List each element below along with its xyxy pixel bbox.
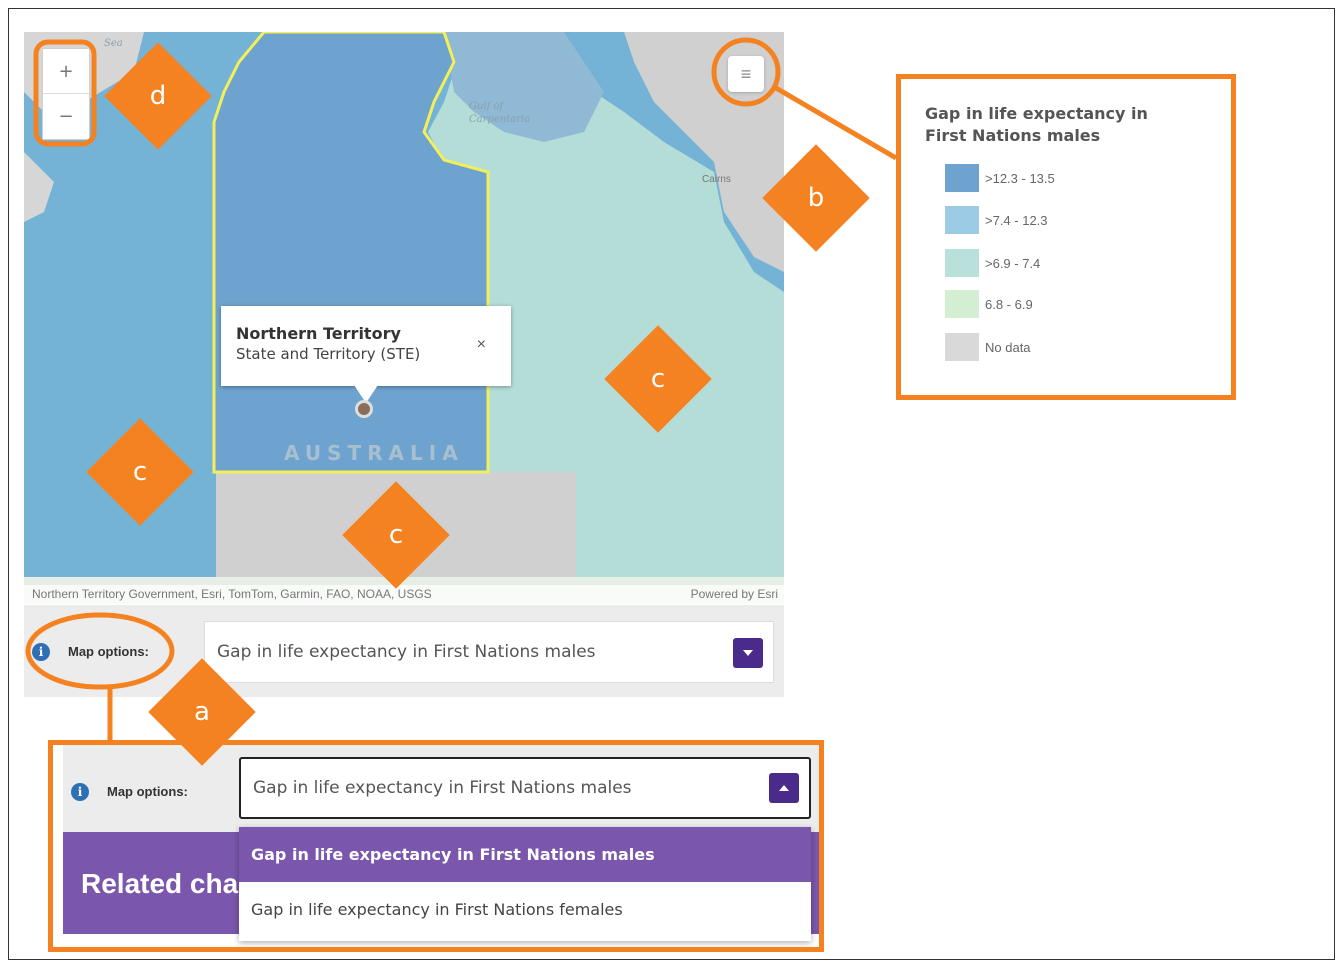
map-pin-icon[interactable] bbox=[355, 400, 373, 418]
attribution-text: Northern Territory Government, Esri, Tom… bbox=[32, 587, 432, 601]
powered-by-link[interactable]: Powered by Esri bbox=[691, 587, 778, 601]
callout-letter-d: d bbox=[149, 81, 167, 111]
legend-title: Gap in life expectancy in First Nations … bbox=[925, 104, 1148, 145]
callout-letter-c: c bbox=[132, 457, 148, 487]
legend-item: >7.4 - 12.3 bbox=[945, 205, 1048, 235]
callout-letter-b: b bbox=[807, 183, 825, 213]
related-charts-title: Related cha bbox=[81, 868, 239, 899]
region-popup: Northern Territory State and Territory (… bbox=[221, 306, 511, 386]
callout-letter-c: c bbox=[388, 520, 404, 550]
legend-item: No data bbox=[945, 332, 1031, 362]
chevron-down-icon[interactable] bbox=[733, 638, 763, 668]
legend-item: 6.8 - 6.9 bbox=[945, 289, 1033, 319]
legend-swatch bbox=[945, 249, 979, 277]
legend-label: >6.9 - 7.4 bbox=[985, 255, 1041, 271]
zoom-in-button[interactable]: + bbox=[43, 49, 89, 94]
legend-item: >12.3 - 13.5 bbox=[945, 163, 1055, 193]
callout-letter-a: a bbox=[194, 697, 210, 727]
map-options-label: Map options: bbox=[68, 644, 149, 659]
dropdown-option-males[interactable]: Gap in life expectancy in First Nations … bbox=[239, 827, 811, 882]
country-label: AUSTRALIA bbox=[284, 441, 464, 465]
expanded-options-panel: i Map options: Gap in life expectancy in… bbox=[48, 740, 824, 952]
legend-swatch bbox=[945, 333, 979, 361]
legend-label: >12.3 - 13.5 bbox=[985, 170, 1055, 186]
zoom-control: + − bbox=[42, 48, 90, 140]
place-gulf-label: Gulf of Carpentaria bbox=[469, 101, 531, 125]
legend-swatch bbox=[945, 164, 979, 192]
legend-swatch bbox=[945, 290, 979, 318]
map-options-selected-value: Gap in life expectancy in First Nations … bbox=[217, 642, 596, 662]
place-sea-label: Sea bbox=[104, 38, 123, 49]
menu-icon: ≡ bbox=[740, 63, 752, 84]
legend-label: No data bbox=[985, 339, 1031, 355]
legend-toggle-button[interactable]: ≡ bbox=[728, 56, 764, 92]
legend-label: >7.4 - 12.3 bbox=[985, 212, 1048, 228]
callout-letter-c: c bbox=[650, 364, 666, 394]
zoom-out-button[interactable]: − bbox=[43, 94, 89, 138]
expanded-map-options-select[interactable]: Gap in life expectancy in First Nations … bbox=[239, 757, 811, 819]
place-cairns-label: Cairns bbox=[702, 174, 731, 185]
legend-swatch bbox=[945, 206, 979, 234]
legend-item: >6.9 - 7.4 bbox=[945, 248, 1040, 278]
chevron-up-icon[interactable] bbox=[769, 773, 799, 803]
close-icon[interactable]: × bbox=[477, 336, 486, 354]
expanded-selected-value: Gap in life expectancy in First Nations … bbox=[253, 778, 632, 798]
info-icon[interactable]: i bbox=[71, 783, 89, 801]
map-options-bar: i Map options: Gap in life expectancy in… bbox=[24, 605, 784, 697]
options-dropdown-list: Gap in life expectancy in First Nations … bbox=[239, 827, 811, 941]
popup-title: Northern Territory bbox=[236, 324, 401, 343]
map-attribution: Northern Territory Government, Esri, Tom… bbox=[24, 585, 784, 605]
popup-subtitle: State and Territory (STE) bbox=[236, 345, 421, 363]
info-icon[interactable]: i bbox=[32, 643, 50, 661]
expanded-map-options-label: Map options: bbox=[107, 784, 188, 799]
dropdown-option-females[interactable]: Gap in life expectancy in First Nations … bbox=[239, 882, 811, 937]
map-options-select[interactable]: Gap in life expectancy in First Nations … bbox=[204, 621, 774, 683]
legend-label: 6.8 - 6.9 bbox=[985, 296, 1033, 312]
legend-panel: Gap in life expectancy in First Nations … bbox=[896, 74, 1236, 400]
